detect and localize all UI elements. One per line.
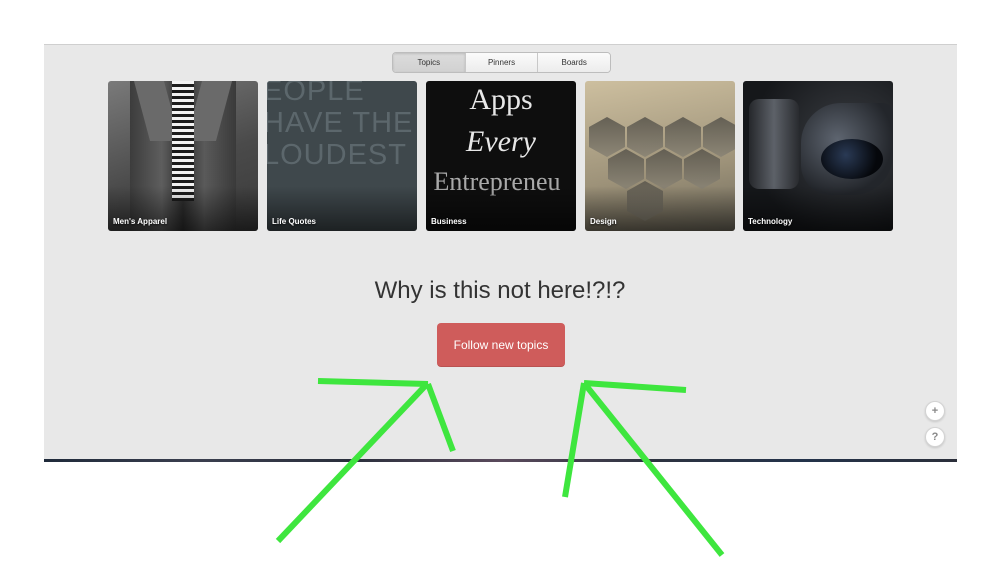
left-arrow-head-side [425,382,456,453]
left-arrow-head-top [317,378,429,387]
right-arrow-head-top [583,380,687,393]
right-arrow-shaft [581,381,725,557]
left-arrow-shaft [275,382,429,544]
right-arrow-head-side [562,382,587,498]
annotation-arrows [275,378,725,557]
